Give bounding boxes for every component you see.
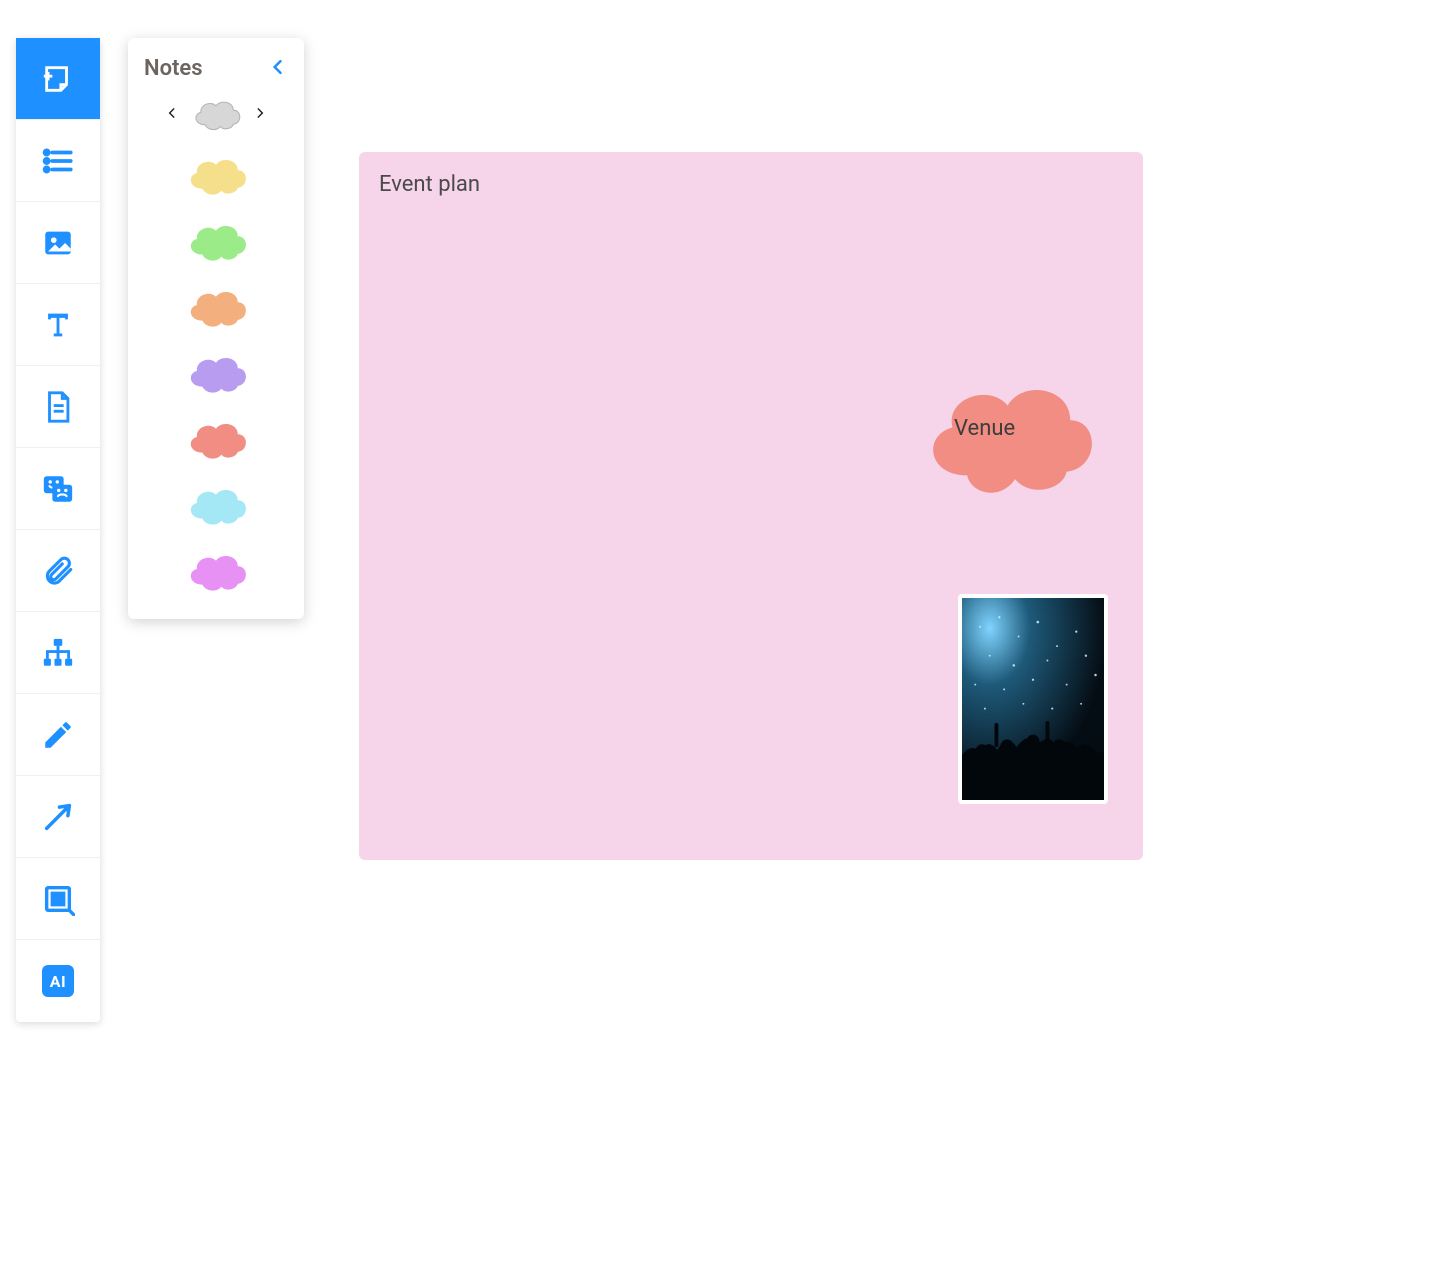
board-note-title: Event plan <box>379 172 480 197</box>
document-icon <box>41 390 75 424</box>
tool-document[interactable] <box>16 366 100 448</box>
prev-shape-button[interactable] <box>165 105 179 124</box>
notes-panel: Notes <box>128 38 304 619</box>
board-cloud-shape[interactable] <box>912 364 1096 504</box>
swatch-yellow[interactable] <box>182 151 250 199</box>
swatch-pink[interactable] <box>182 547 250 595</box>
vertical-toolbar: AI <box>16 38 100 1022</box>
tool-text[interactable] <box>16 284 100 366</box>
tool-sitemap[interactable] <box>16 612 100 694</box>
color-swatch-list <box>144 151 288 595</box>
chevron-left-icon <box>165 106 179 120</box>
sitemap-icon <box>41 636 75 670</box>
swatch-coral[interactable] <box>182 415 250 463</box>
tool-frame[interactable] <box>16 858 100 940</box>
chevron-left-icon <box>268 57 288 77</box>
collapse-panel-button[interactable] <box>268 57 288 81</box>
concert-crowd-icon <box>962 598 1104 800</box>
emoji-icon <box>41 472 75 506</box>
text-icon <box>41 308 75 342</box>
tool-pencil[interactable] <box>16 694 100 776</box>
tool-ai[interactable]: AI <box>16 940 100 1022</box>
chevron-right-icon <box>253 106 267 120</box>
tool-arrow[interactable] <box>16 776 100 858</box>
add-note-icon <box>41 62 75 96</box>
swatch-purple[interactable] <box>182 349 250 397</box>
arrow-icon <box>41 800 75 834</box>
swatch-cyan[interactable] <box>182 481 250 529</box>
tool-emoji[interactable] <box>16 448 100 530</box>
paperclip-icon <box>41 554 75 588</box>
list-icon <box>41 144 75 178</box>
shape-switcher <box>144 95 288 133</box>
tool-attachment[interactable] <box>16 530 100 612</box>
frame-icon <box>41 882 75 916</box>
pencil-icon <box>41 718 75 752</box>
shape-preview-cloud <box>189 95 243 133</box>
tool-list[interactable] <box>16 120 100 202</box>
image-icon <box>41 226 75 260</box>
ai-icon: AI <box>42 965 74 997</box>
tool-add-note[interactable] <box>16 38 100 120</box>
board-image[interactable] <box>958 594 1108 804</box>
next-shape-button[interactable] <box>253 105 267 124</box>
tool-image[interactable] <box>16 202 100 284</box>
notes-panel-title: Notes <box>144 56 203 81</box>
swatch-green[interactable] <box>182 217 250 265</box>
swatch-orange[interactable] <box>182 283 250 331</box>
